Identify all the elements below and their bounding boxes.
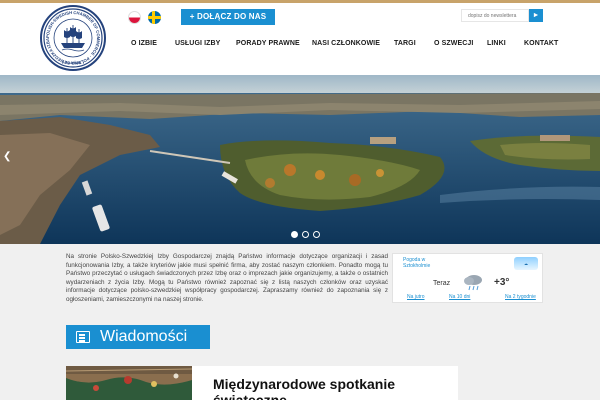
- newsletter-input[interactable]: [461, 9, 529, 22]
- weather-link-10-days[interactable]: Na 10 dni: [449, 294, 470, 300]
- news-heading-label: Wiadomości: [100, 328, 188, 345]
- intro-text: Na stronie Polsko-Szwedzkiej Izby Gospod…: [66, 253, 388, 303]
- chamber-logo[interactable]: POLISH-SWEDISH CHAMBER OF COMMERCE · POL…: [40, 5, 106, 71]
- nav-item-porady-prawne[interactable]: PORADY PRAWNE: [236, 40, 300, 47]
- nav-item-o-szwecji[interactable]: O SZWECJI: [434, 40, 473, 47]
- news-item[interactable]: Międzynarodowe spotkanie świąteczne: [66, 366, 458, 400]
- newspaper-icon: [76, 331, 90, 343]
- top-accent-bar: [0, 0, 600, 3]
- nav-item-uslugi-izby[interactable]: USŁUGI IZBY: [175, 40, 220, 47]
- join-button[interactable]: + DOŁĄCZ DO NAS: [181, 9, 275, 25]
- news-thumbnail[interactable]: [66, 366, 192, 400]
- slider-dot-2[interactable]: [302, 231, 309, 238]
- slider-dot-1[interactable]: [291, 231, 298, 238]
- weather-widget: Pogoda w Sztokholmie ☁ Teraz +3° Na jutr…: [392, 253, 543, 303]
- weather-temperature: +3°: [494, 277, 510, 288]
- swedish-flag-icon[interactable]: [148, 11, 161, 24]
- news-item-title[interactable]: Międzynarodowe spotkanie świąteczne: [213, 376, 443, 400]
- cloud-rain-icon: [464, 275, 482, 291]
- nav-item-linki[interactable]: LINKI: [487, 40, 506, 47]
- slider-dot-3[interactable]: [313, 231, 320, 238]
- newsletter-submit-button[interactable]: ►: [529, 9, 543, 22]
- polish-flag-icon[interactable]: [128, 11, 141, 24]
- weather-now-label: Teraz: [433, 280, 451, 287]
- stockholm-aerial-photo: [0, 75, 600, 244]
- site-header: POLISH-SWEDISH CHAMBER OF COMMERCE · POL…: [0, 0, 600, 75]
- weather-link-tomorrow[interactable]: Na jutro: [407, 294, 425, 300]
- nav-item-nasi-czlonkowie[interactable]: NASI CZŁONKOWIE: [312, 40, 380, 47]
- slider-prev-arrow-icon[interactable]: ❮: [3, 151, 11, 162]
- svg-text:• GDAŃSK •: • GDAŃSK •: [62, 60, 85, 65]
- weather-provider-logo[interactable]: ☁: [514, 257, 538, 270]
- hero-slider[interactable]: ❮: [0, 75, 600, 244]
- nav-item-o-izbie[interactable]: O IZBIE: [131, 40, 157, 47]
- news-section-heading: Wiadomości: [66, 325, 210, 349]
- nav-item-kontakt[interactable]: KONTAKT: [524, 40, 558, 47]
- weather-link-2-weeks[interactable]: Na 2 tygodnie: [505, 294, 536, 300]
- nav-item-targi[interactable]: TARGI: [394, 40, 416, 47]
- weather-title[interactable]: Pogoda w Sztokholmie: [403, 257, 453, 269]
